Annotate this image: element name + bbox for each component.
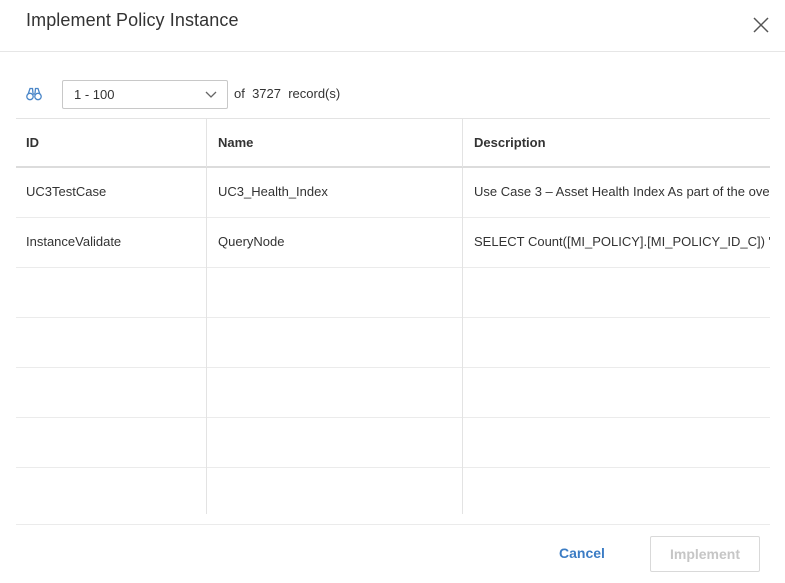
column-header-description[interactable]: Description — [463, 119, 770, 167]
cell-name: UC3_Health_Index — [207, 168, 463, 218]
record-range-select[interactable]: 1 - 100 — [62, 80, 228, 109]
cell-name: QueryNode — [207, 218, 463, 268]
cell-id — [16, 268, 207, 318]
cell-name — [207, 368, 463, 418]
cell-name — [207, 318, 463, 368]
cell-id: InstanceValidate — [16, 218, 207, 268]
binoculars-icon — [26, 87, 42, 101]
search-button[interactable] — [26, 87, 42, 101]
column-header-name[interactable]: Name — [207, 119, 463, 167]
implement-policy-instance-dialog: Implement Policy Instance 1 - 100 of 372… — [0, 0, 785, 583]
cell-id — [16, 418, 207, 468]
cell-name — [207, 418, 463, 468]
table-row — [16, 468, 770, 514]
cell-description — [463, 268, 770, 318]
table-row — [16, 368, 770, 418]
cell-description — [463, 418, 770, 468]
cell-description — [463, 318, 770, 368]
table-row[interactable]: InstanceValidate QueryNode SELECT Count(… — [16, 218, 770, 268]
close-icon — [753, 17, 769, 33]
cell-id — [16, 468, 207, 514]
implement-button[interactable]: Implement — [650, 536, 760, 572]
policy-instance-grid: ID Name Description UC3TestCase UC3_Heal… — [16, 118, 770, 514]
cell-description — [463, 368, 770, 418]
cell-id: UC3TestCase — [16, 168, 207, 218]
cell-name — [207, 268, 463, 318]
record-count-text: of 3727 record(s) — [234, 86, 341, 101]
grid-toolbar: 1 - 100 of 3727 record(s) — [0, 80, 785, 110]
footer-divider — [16, 524, 770, 525]
cell-name — [207, 468, 463, 514]
dialog-header: Implement Policy Instance — [0, 0, 785, 52]
table-row — [16, 268, 770, 318]
cell-description: SELECT Count([MI_POLICY].[MI_POLICY_ID_C… — [474, 234, 770, 249]
cell-id — [16, 318, 207, 368]
chevron-down-icon — [205, 91, 217, 98]
table-row — [16, 318, 770, 368]
table-row — [16, 418, 770, 468]
cancel-button[interactable]: Cancel — [548, 536, 616, 570]
cell-id — [16, 368, 207, 418]
record-range-value: 1 - 100 — [74, 87, 115, 102]
close-button[interactable] — [750, 14, 772, 36]
dialog-title: Implement Policy Instance — [26, 10, 239, 30]
table-row[interactable]: UC3TestCase UC3_Health_Index Use Case 3 … — [16, 168, 770, 218]
grid-header-row: ID Name Description — [16, 118, 770, 168]
column-header-id[interactable]: ID — [16, 119, 207, 167]
cell-description — [463, 468, 770, 514]
cell-description: Use Case 3 – Asset Health Index As part … — [474, 184, 770, 199]
